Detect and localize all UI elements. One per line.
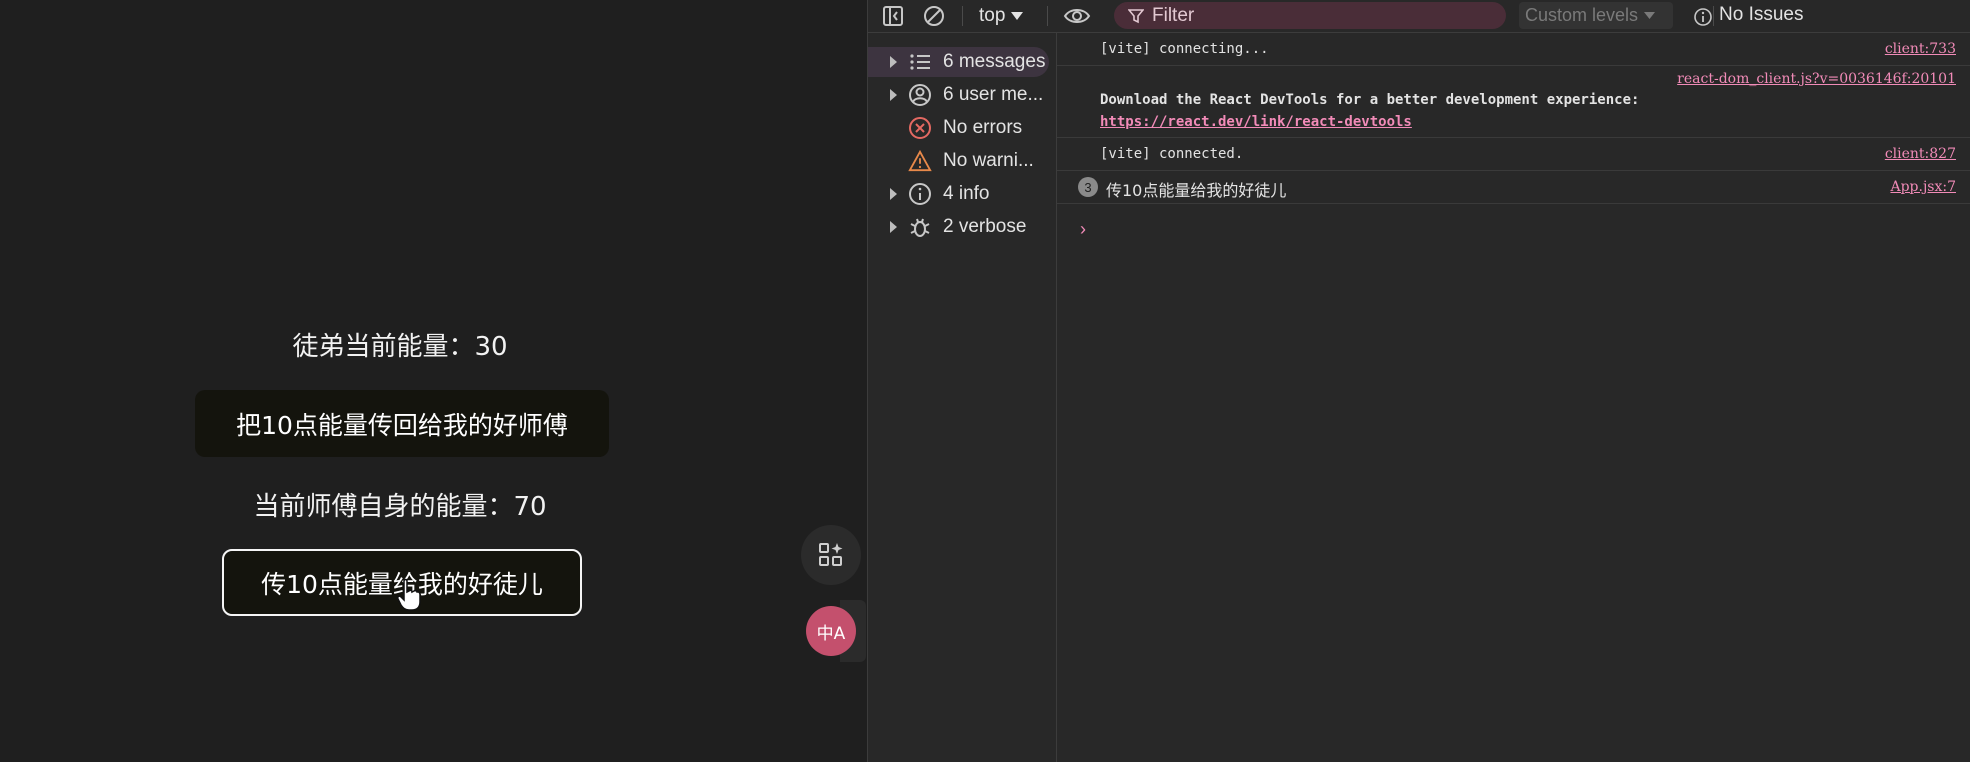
warning-icon (908, 149, 932, 173)
expand-arrow-icon (890, 56, 897, 68)
filter-input[interactable]: Filter (1114, 2, 1506, 29)
expand-arrow-icon (890, 188, 897, 200)
sidebar-item-label: 2 verbose (943, 216, 1027, 237)
sidebar-item-warnings[interactable]: No warni... (868, 146, 1056, 176)
log-message: 传10点能量给我的好徒儿 (1106, 181, 1287, 200)
log-levels-dropdown[interactable]: Custom levels (1519, 2, 1673, 29)
bug-icon (908, 215, 932, 239)
hand-cursor-icon (397, 578, 421, 611)
log-source-link[interactable]: client:827 (1885, 146, 1956, 162)
dropdown-arrow-icon (1644, 12, 1656, 19)
error-icon (908, 116, 932, 140)
log-levels-label: Custom levels (1525, 5, 1639, 25)
eye-icon[interactable] (1060, 3, 1094, 29)
issues-counter[interactable]: No Issues (1719, 4, 1803, 26)
log-row: [vite] connecting... client:733 (1057, 33, 1970, 66)
sidebar-item-info[interactable]: 4 info (868, 179, 1056, 209)
log-row: react-dom_client.js?v=0036146f:20101 Dow… (1057, 66, 1970, 138)
sidebar-item-errors[interactable]: No errors (868, 113, 1056, 143)
context-selector[interactable]: top (979, 4, 1024, 28)
repeat-count-badge: 3 (1078, 177, 1098, 197)
toolbar-divider (962, 6, 963, 26)
log-source-link[interactable]: App.jsx:7 (1890, 179, 1956, 195)
list-icon (908, 50, 932, 74)
filter-icon (1128, 8, 1144, 23)
sidebar-item-label: No warni... (943, 150, 1034, 171)
sidebar-item-user-messages[interactable]: 6 user me... (868, 80, 1056, 110)
log-message: [vite] connected. (1100, 146, 1244, 162)
translate-button[interactable]: 中A (806, 606, 856, 656)
sidebar-item-label: 6 messages (943, 51, 1046, 72)
disciple-energy-text: 徒弟当前能量：30 (292, 332, 508, 362)
console-toolbar: top Filter Custom levels No Issues (868, 0, 1970, 33)
toolbar-divider (1047, 6, 1048, 26)
apps-sparkle-icon (819, 543, 843, 566)
clear-console-icon[interactable] (921, 3, 947, 29)
log-message: [vite] connecting... (1100, 41, 1269, 57)
sidebar-item-label: 6 user me... (943, 84, 1044, 105)
expand-arrow-icon (890, 89, 897, 101)
expand-arrow-icon (890, 221, 897, 233)
app-viewport: 徒弟当前能量：30 把10点能量传回给我的好师傅 当前师傅自身的能量：70 传1… (0, 0, 867, 762)
return-energy-button[interactable]: 把10点能量传回给我的好师傅 (195, 390, 609, 457)
context-label: top (979, 5, 1006, 26)
devtools-panel: top Filter Custom levels No Issues 6 mes… (867, 0, 1970, 762)
log-row: 3 传10点能量给我的好徒儿 App.jsx:7 (1057, 171, 1970, 204)
apps-sparkle-button[interactable] (801, 525, 861, 585)
console-log-area: [vite] connecting... client:733 react-do… (1057, 33, 1970, 762)
user-icon (908, 83, 932, 107)
sidebar-item-label: 4 info (943, 183, 990, 204)
sidebar-item-label: No errors (943, 117, 1023, 138)
console-prompt[interactable]: › (1080, 219, 1086, 240)
log-message: Download the React DevTools for a better… (1100, 92, 1640, 108)
master-energy-text: 当前师傅自身的能量：70 (253, 492, 547, 522)
console-sidebar: 6 messages 6 user me... No errors No war… (868, 33, 1057, 762)
log-source-link[interactable]: client:733 (1885, 41, 1956, 57)
translate-icon: 中A (816, 623, 846, 644)
filter-placeholder: Filter (1152, 4, 1195, 26)
sidebar-item-messages[interactable]: 6 messages (868, 47, 1049, 77)
info-icon (908, 182, 932, 206)
log-row: [vite] connected. client:827 (1057, 138, 1970, 171)
dropdown-arrow-icon (1011, 12, 1024, 20)
log-source-link[interactable]: react-dom_client.js?v=0036146f:20101 (1677, 71, 1956, 87)
sidebar-item-verbose[interactable]: 2 verbose (868, 212, 1056, 242)
log-devtools-link[interactable]: https://react.dev/link/react-devtools (1100, 114, 1412, 130)
sidebar-toggle-icon[interactable] (880, 3, 906, 29)
toolbar-divider (1713, 6, 1714, 26)
